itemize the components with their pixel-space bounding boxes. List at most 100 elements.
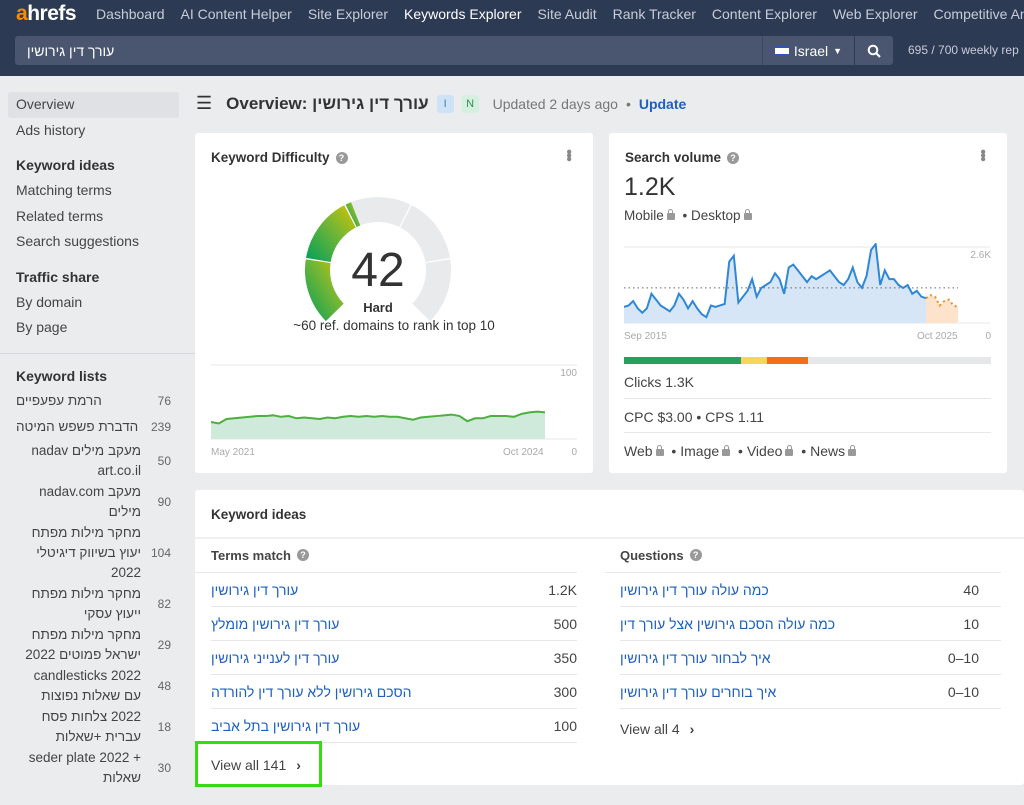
- nav-web-explorer[interactable]: Web Explorer: [833, 6, 918, 22]
- keyword-list-name: מחקר מילות מפתח ישראל פמוטים 2022: [25, 626, 141, 662]
- sidebar-item-related-terms[interactable]: Related terms: [0, 204, 195, 230]
- keyword-list-count: 29: [157, 637, 171, 652]
- keyword-list-item[interactable]: הרמת עפעפיים 76: [0, 389, 195, 414]
- keyword-list-item[interactable]: מחקר מילות מפתח יעוץ בשיווק דיגיטלי 2022…: [0, 523, 195, 583]
- keyword-list-name: 2022 צלחות פסח עברית +שאלות: [41, 708, 141, 744]
- help-icon[interactable]: ?: [689, 549, 702, 561]
- keyword-list-item[interactable]: 2022 צלחות פסח עברית +שאלות 18: [0, 707, 195, 747]
- kd-chart-max: 100: [560, 368, 577, 379]
- keyword-volume: 500: [553, 615, 577, 632]
- keyword-list-count: 90: [157, 494, 171, 509]
- keyword-search-input[interactable]: עורך דין גירושין: [15, 36, 762, 65]
- help-icon[interactable]: ?: [727, 151, 740, 164]
- questions-heading[interactable]: Questions?: [605, 538, 1001, 572]
- cps-text: CPS 1.11: [705, 409, 765, 425]
- view-all-questions-button[interactable]: View all 4 ›: [605, 709, 1001, 737]
- questions-column: Questions? כמה עולה עורך דין גירושין 40 כמ…: [605, 538, 1001, 737]
- kd-subtitle: ~60 ref. domains to rank in top 10: [293, 318, 495, 333]
- nav-ai-content-helper[interactable]: AI Content Helper: [181, 6, 292, 22]
- serp-image: Image: [680, 443, 720, 459]
- nav-site-explorer[interactable]: Site Explorer: [308, 6, 388, 22]
- more-options-icon[interactable]: •••: [560, 149, 577, 160]
- israel-flag-icon: [774, 45, 789, 56]
- kd-chart-min: 0: [571, 447, 577, 458]
- keyword-list-name: מחקר מילות מפתח ייעוץ עסקי: [31, 585, 141, 621]
- sidebar-item-by-page[interactable]: By page: [0, 315, 195, 341]
- keyword-link[interactable]: עורך דין גירושין מומלץ: [211, 616, 339, 632]
- desktop-label: Desktop: [691, 208, 741, 223]
- terms-match-label: Terms match: [211, 547, 291, 563]
- lock-icon: [666, 209, 675, 220]
- keyword-ideas-title: Keyword ideas: [211, 507, 307, 522]
- keyword-row: כמה עולה עורך דין גירושין 40: [620, 573, 1001, 607]
- kd-chart-end: Oct 2024: [503, 447, 544, 458]
- keyword-list-count: 82: [157, 596, 171, 611]
- keyword-row: הסכם גירושין ללא עורך דין להורדה 300: [211, 675, 577, 709]
- keyword-list-count: 30: [157, 760, 171, 775]
- sidebar-heading-keyword-ideas[interactable]: Keyword ideas: [0, 153, 195, 178]
- menu-icon[interactable]: ☰: [196, 93, 212, 114]
- nav-dashboard[interactable]: Dashboard: [96, 6, 165, 22]
- keyword-list-item[interactable]: הדברת פשפש המיטה 239: [0, 415, 195, 440]
- keyword-list-item[interactable]: nadav מעקב מילים art.co.il 50: [0, 441, 195, 481]
- keyword-link[interactable]: איך לבחור עורך דין גירושין: [620, 650, 771, 666]
- keyword-row: עורך דין גירושין מומלץ 500: [211, 607, 577, 641]
- sidebar-heading-traffic-share: Traffic share: [16, 268, 100, 285]
- intent-badge-informational: I: [436, 94, 454, 113]
- sidebar-heading-keyword-lists: Keyword lists: [16, 367, 108, 384]
- keyword-volume: 300: [553, 683, 577, 700]
- lock-icon: [655, 445, 664, 456]
- more-options-icon[interactable]: •••: [974, 149, 991, 160]
- chevron-right-icon: ›: [296, 757, 301, 773]
- country-select[interactable]: Israel ▼: [762, 36, 854, 65]
- nav-site-audit[interactable]: Site Audit: [538, 6, 597, 22]
- keyword-row: איך לבחור עורך דין גירושין 0–10: [620, 641, 1001, 675]
- keyword-link[interactable]: עורך דין לענייני גירושין: [211, 650, 339, 666]
- keyword-volume: 0–10: [947, 683, 979, 700]
- keyword-volume: 350: [553, 649, 577, 666]
- nav-keywords-explorer[interactable]: Keywords Explorer: [404, 6, 522, 22]
- lock-icon: [785, 445, 794, 456]
- sidebar-item-ads-history[interactable]: Ads history: [0, 118, 195, 144]
- help-icon[interactable]: ?: [335, 151, 348, 164]
- keyword-volume: 0–10: [947, 649, 979, 666]
- country-label: Israel: [793, 42, 829, 59]
- kd-score: 42: [351, 244, 405, 297]
- keyword-link[interactable]: עורך דין גירושין בתל אביב: [211, 718, 360, 734]
- keyword-link[interactable]: איך בוחרים עורך דין גירושין: [620, 684, 776, 700]
- nav-competitive-analysis[interactable]: Competitive Ana: [934, 6, 1024, 22]
- sv-chart-start: Sep 2015: [624, 331, 667, 342]
- keyword-link[interactable]: הסכם גירושין ללא עורך דין להורדה: [211, 684, 412, 700]
- keyword-list-item[interactable]: nadav.com מעקב מילים 90: [0, 482, 195, 522]
- intent-badge-navigational: N: [461, 94, 479, 113]
- keyword-link[interactable]: כמה עולה הסכם גירושין אצל עורך דין: [620, 616, 835, 632]
- keyword-list-name: nadav.com מעקב מילים: [39, 483, 141, 519]
- keyword-link[interactable]: עורך דין גירושין: [211, 582, 298, 598]
- sidebar-item-matching-terms[interactable]: Matching terms: [0, 178, 195, 204]
- view-all-terms-button[interactable]: View all 141 ›: [195, 741, 322, 787]
- update-link[interactable]: Update: [639, 96, 686, 112]
- terms-match-column: Terms match? עורך דין גירושין 1.2K עורך די…: [195, 538, 577, 743]
- sidebar-item-by-domain[interactable]: By domain: [0, 290, 195, 316]
- keyword-list-count: 48: [157, 678, 171, 693]
- terms-match-heading[interactable]: Terms match?: [211, 538, 577, 572]
- keyword-link[interactable]: כמה עולה עורך דין גירושין: [620, 582, 769, 598]
- keyword-list-item[interactable]: candlesticks 2022 עם שאלות נפוצות 48: [0, 666, 195, 706]
- search-button[interactable]: [855, 36, 893, 65]
- view-all-terms-label: View all 141: [211, 757, 287, 773]
- nav-content-explorer[interactable]: Content Explorer: [712, 6, 817, 22]
- serp-news: News: [810, 443, 846, 459]
- keyword-list-name: מחקר מילות מפתח יעוץ בשיווק דיגיטלי 2022: [31, 524, 141, 580]
- keyword-list-item[interactable]: מחקר מילות מפתח ייעוץ עסקי 82: [0, 584, 195, 624]
- keyword-row: עורך דין לענייני גירושין 350: [211, 641, 577, 675]
- ahrefs-logo[interactable]: ahrefs: [16, 2, 77, 26]
- keyword-list-item[interactable]: seder plate 2022 + שאלות 30: [0, 748, 195, 788]
- nav-rank-tracker[interactable]: Rank Tracker: [613, 6, 696, 22]
- sidebar-item-overview[interactable]: Overview: [8, 92, 179, 118]
- updated-text: Updated 2 days ago: [492, 95, 618, 112]
- sv-chart-max: 2.6K: [970, 250, 991, 261]
- sidebar-item-search-suggestions[interactable]: Search suggestions: [0, 229, 195, 255]
- chevron-right-icon: ›: [689, 721, 695, 737]
- help-icon[interactable]: ?: [296, 549, 309, 561]
- keyword-list-item[interactable]: מחקר מילות מפתח ישראל פמוטים 2022 29: [0, 625, 195, 665]
